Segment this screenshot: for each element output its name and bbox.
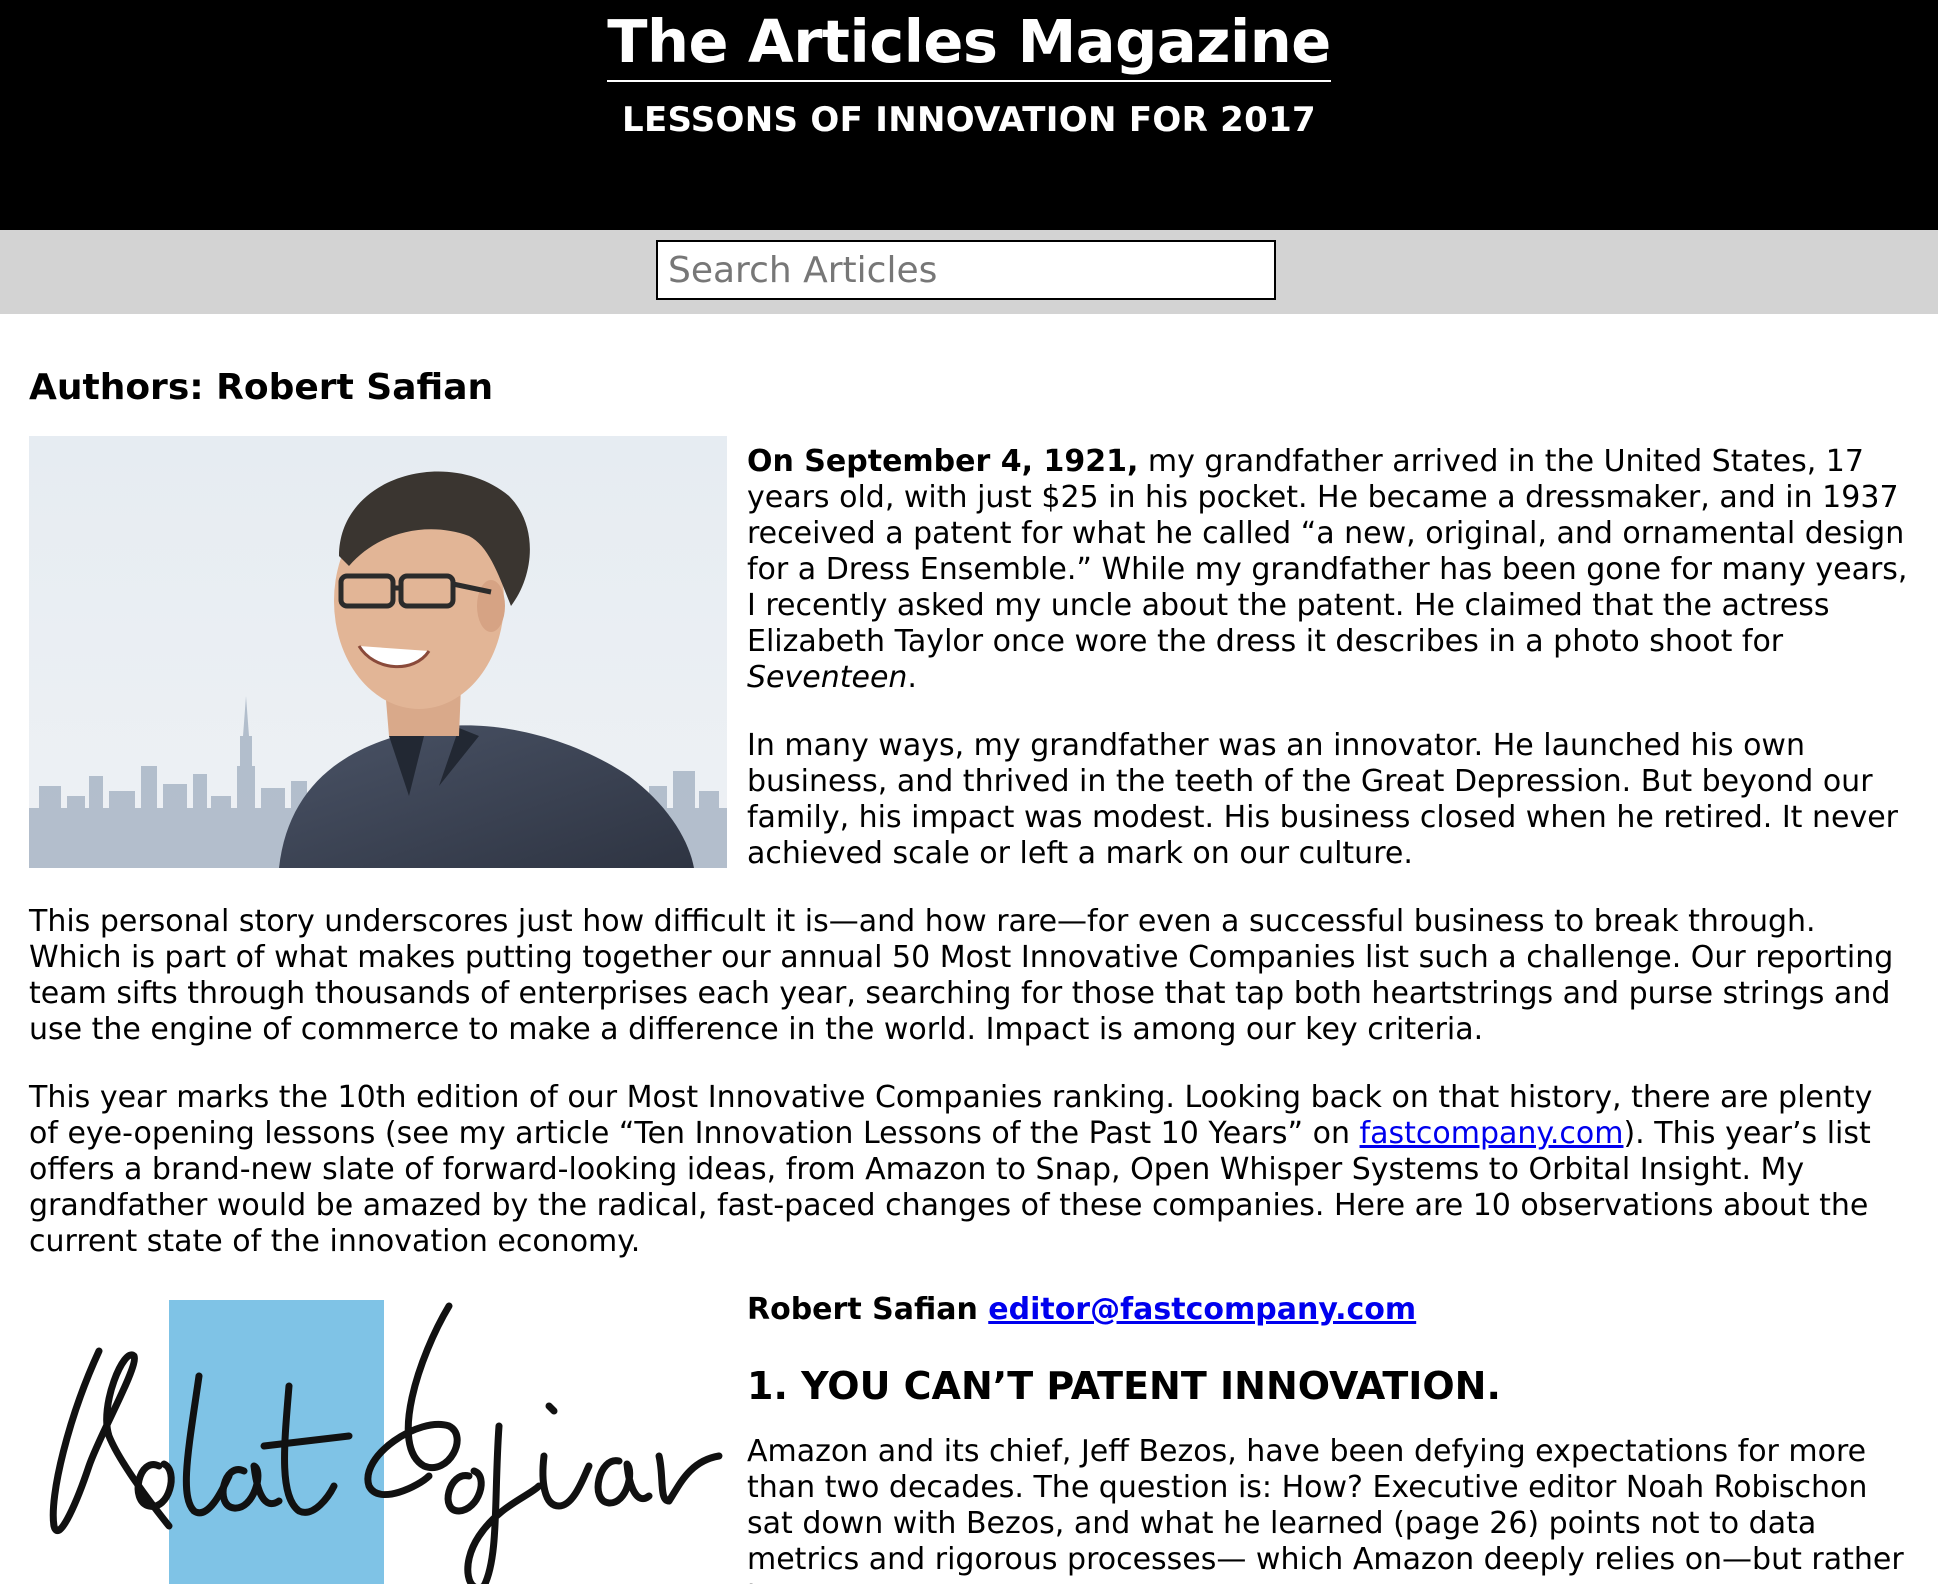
signature-image	[29, 1296, 727, 1584]
fastcompany-link[interactable]: fastcompany.com	[1360, 1116, 1624, 1151]
masthead: The Articles Magazine LESSONS OF INNOVAT…	[0, 0, 1938, 230]
authors-line: Authors: Robert Safian	[29, 367, 494, 408]
article-paragraph-4: This year marks the 10th edition of our …	[29, 1080, 1909, 1260]
paragraph-end: .	[907, 660, 917, 695]
article-body: Authors: Robert Safian On September 4, 1…	[0, 314, 1938, 1584]
signature-illustration	[49, 1300, 723, 1584]
search-bar	[0, 230, 1938, 314]
search-input[interactable]	[656, 240, 1276, 300]
page-subtitle: LESSONS OF INNOVATION FOR 2017	[621, 100, 1317, 140]
magazine-title: Seventeen	[747, 660, 908, 695]
editor-email-link[interactable]: editor@fastcompany.com	[988, 1292, 1416, 1327]
site-title[interactable]: The Articles Magazine	[607, 6, 1331, 82]
author-photo-illustration	[29, 436, 727, 868]
contact-name: Robert Safian	[747, 1292, 989, 1327]
article-paragraph-3: This personal story underscores just how…	[29, 904, 1894, 1047]
paragraph-lead: On September 4, 1921,	[747, 444, 1139, 479]
author-photo	[29, 436, 727, 868]
